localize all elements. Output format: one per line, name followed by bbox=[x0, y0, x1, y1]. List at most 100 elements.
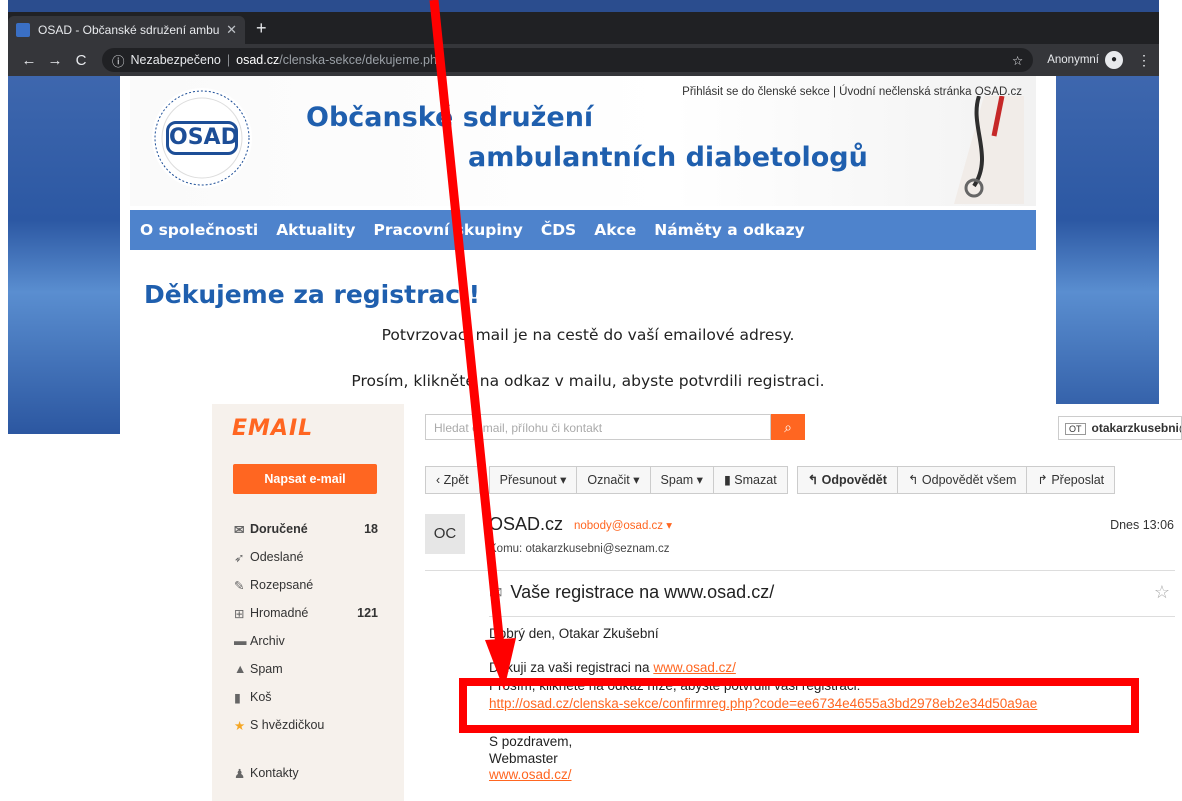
reload-icon[interactable]: C bbox=[68, 52, 94, 69]
main-navigation: O společnosti Aktuality Pracovní skupiny… bbox=[130, 210, 1036, 250]
reply-all-button[interactable]: ↰ Odpovědět všem bbox=[896, 466, 1028, 494]
nav-item-o-spolecnosti[interactable]: O společnosti bbox=[140, 221, 258, 239]
sender-name: OSAD.cz bbox=[489, 514, 564, 534]
bookmark-star-icon[interactable]: ☆ bbox=[1012, 53, 1023, 68]
envelope-icon: ✉ bbox=[489, 585, 503, 602]
reply-button[interactable]: ↰ Odpovědět bbox=[796, 466, 898, 494]
star-message-icon[interactable]: ☆ bbox=[1154, 582, 1170, 603]
cart-icon: ⊞ bbox=[234, 607, 245, 621]
tab-title: OSAD - Občanské sdružení ambu bbox=[38, 23, 220, 37]
browser-menu-icon[interactable]: ⋮ bbox=[1137, 52, 1151, 69]
spam-button[interactable]: Spam ▾ bbox=[649, 466, 714, 494]
forward-icon[interactable]: → bbox=[42, 52, 68, 69]
body-line1-text: Děkuji za vaši registraci na bbox=[489, 660, 654, 675]
email-client: EMAIL Napsat e-mail ✉ Doručené 18 ➶ Odes… bbox=[212, 404, 1182, 801]
dropdown-icon: ▾ bbox=[693, 473, 703, 487]
body-line1: Děkuji za vaši registraci na www.osad.cz… bbox=[489, 660, 736, 675]
dropdown-icon: ▾ bbox=[663, 520, 673, 532]
info-icon[interactable]: ⓘ bbox=[112, 51, 125, 70]
sender-email: nobody@osad.cz bbox=[574, 520, 664, 532]
trash-icon: ▮ bbox=[723, 473, 735, 487]
recipient-address: otakarzkusebni@seznam.cz bbox=[525, 543, 670, 555]
sender-avatar: OC bbox=[425, 514, 465, 554]
favicon-icon bbox=[16, 23, 30, 37]
incognito-icon: ● bbox=[1105, 51, 1123, 69]
forward-icon: ↱ bbox=[1037, 473, 1052, 487]
url-separator: | bbox=[226, 53, 231, 67]
move-button[interactable]: Přesunout ▾ bbox=[488, 466, 578, 494]
signature-line1: S pozdravem, bbox=[489, 734, 573, 749]
message-date: Dnes 13:06 bbox=[1110, 518, 1174, 532]
site-title-line1: Občanské sdružení bbox=[306, 102, 594, 133]
browser-window: OSAD - Občanské sdružení ambu ✕ + ← → C … bbox=[8, 0, 1159, 434]
address-bar: ← → C ⓘ Nezabezpečeno | osad.cz /clenska… bbox=[8, 44, 1159, 76]
search-button[interactable]: ⌕ bbox=[771, 414, 805, 440]
folder-label: Koš bbox=[250, 690, 272, 704]
send-icon: ➶ bbox=[234, 551, 245, 565]
osad-logo[interactable]: OSAD bbox=[152, 88, 252, 188]
forward-button[interactable]: ↱ Přeposlat bbox=[1026, 466, 1116, 494]
warning-icon: ▲ bbox=[234, 662, 247, 676]
url-host: osad.cz bbox=[236, 53, 280, 67]
tab-bar: OSAD - Občanské sdružení ambu ✕ + bbox=[8, 12, 1159, 44]
site-link[interactable]: www.osad.cz/ bbox=[653, 660, 736, 675]
annotation-highlight-box bbox=[459, 678, 1139, 733]
draft-icon: ✎ bbox=[234, 579, 245, 593]
folder-count: 18 bbox=[364, 522, 378, 536]
person-icon: ♟ bbox=[234, 767, 246, 781]
recipient-line: Komu: otakarzkusebni@seznam.cz bbox=[489, 543, 669, 555]
sender-address[interactable]: nobody@osad.cz ▾ bbox=[574, 518, 672, 532]
back-icon[interactable]: ← bbox=[16, 52, 42, 69]
site-title-line2: ambulantních diabetologů bbox=[468, 142, 868, 173]
mark-button[interactable]: Označit ▾ bbox=[576, 466, 651, 494]
contacts-link[interactable]: ♟ Kontakty bbox=[234, 766, 378, 781]
folder-spam[interactable]: ▲ Spam bbox=[234, 662, 378, 676]
search-input[interactable]: Hledat e-mail, přílohu či kontakt bbox=[425, 414, 771, 440]
folder-label: Odeslané bbox=[250, 550, 304, 564]
user-account[interactable]: OT otakarzkusebni@ bbox=[1058, 416, 1182, 440]
reply-all-icon: ↰ bbox=[907, 473, 922, 487]
logo-badge: OSAD bbox=[166, 121, 239, 155]
browser-tab[interactable]: OSAD - Občanské sdružení ambu ✕ bbox=[8, 16, 245, 44]
nav-item-cds[interactable]: ČDS bbox=[541, 221, 576, 239]
compose-button[interactable]: Napsat e-mail bbox=[233, 464, 377, 494]
nav-item-pracovni-skupiny[interactable]: Pracovní skupiny bbox=[374, 221, 523, 239]
folder-inbox[interactable]: ✉ Doručené 18 bbox=[234, 522, 378, 537]
reply-icon: ↰ bbox=[807, 473, 822, 487]
message-toolbar: ‹ Zpět Přesunout ▾ Označit ▾ Spam ▾ ▮ Sm… bbox=[425, 466, 1116, 494]
envelope-icon: ✉ bbox=[234, 523, 245, 537]
folder-drafts[interactable]: ✎ Rozepsané bbox=[234, 578, 378, 593]
incognito-indicator[interactable]: Anonymní ● ⋮ bbox=[1047, 51, 1151, 69]
nav-item-akce[interactable]: Akce bbox=[594, 221, 636, 239]
back-button[interactable]: ‹ Zpět bbox=[425, 466, 480, 494]
confirmation-text: Potvrzovací mail je na cestě do vaší ema… bbox=[381, 326, 795, 344]
signature-link[interactable]: www.osad.cz/ bbox=[489, 767, 572, 782]
url-field[interactable]: ⓘ Nezabezpečeno | osad.cz /clenska-sekce… bbox=[102, 48, 1034, 72]
email-logo[interactable]: EMAIL bbox=[232, 416, 313, 441]
folder-archive[interactable]: ▬ Archiv bbox=[234, 634, 378, 648]
folder-label: Hromadné bbox=[250, 606, 309, 620]
chevron-left-icon: ‹ bbox=[436, 473, 444, 487]
folder-bulk[interactable]: ⊞ Hromadné 121 bbox=[234, 606, 378, 621]
delete-button[interactable]: ▮ Smazat bbox=[712, 466, 788, 494]
spam-label: Spam bbox=[660, 473, 694, 487]
dropdown-icon: ▾ bbox=[556, 473, 567, 487]
new-tab-icon[interactable]: + bbox=[256, 18, 267, 39]
signature-line2: Webmaster bbox=[489, 751, 558, 766]
folder-trash[interactable]: ▮ Koš bbox=[234, 690, 378, 705]
dropdown-icon: ▾ bbox=[629, 473, 640, 487]
folder-starred[interactable]: ★ S hvězdičkou bbox=[234, 718, 378, 733]
user-name: otakarzkusebni@ bbox=[1091, 421, 1182, 435]
page-title: Děkujeme za registraci! bbox=[144, 280, 481, 309]
subject-text: Vaše registrace na www.osad.cz/ bbox=[510, 582, 775, 602]
back-label: Zpět bbox=[443, 473, 469, 487]
star-icon: ★ bbox=[234, 719, 246, 733]
trash-icon: ▮ bbox=[234, 691, 241, 705]
instruction-text: Prosím, klikněte na odkaz v mailu, abyst… bbox=[351, 372, 825, 390]
folder-sent[interactable]: ➶ Odeslané bbox=[234, 550, 378, 565]
nav-item-aktuality[interactable]: Aktuality bbox=[276, 221, 355, 239]
close-tab-icon[interactable]: ✕ bbox=[226, 22, 237, 38]
nav-item-namety[interactable]: Náměty a odkazy bbox=[654, 221, 805, 239]
delete-label: Smazat bbox=[734, 473, 777, 487]
page-content: Přihlásit se do členské sekce | Úvodní n… bbox=[120, 76, 1056, 434]
